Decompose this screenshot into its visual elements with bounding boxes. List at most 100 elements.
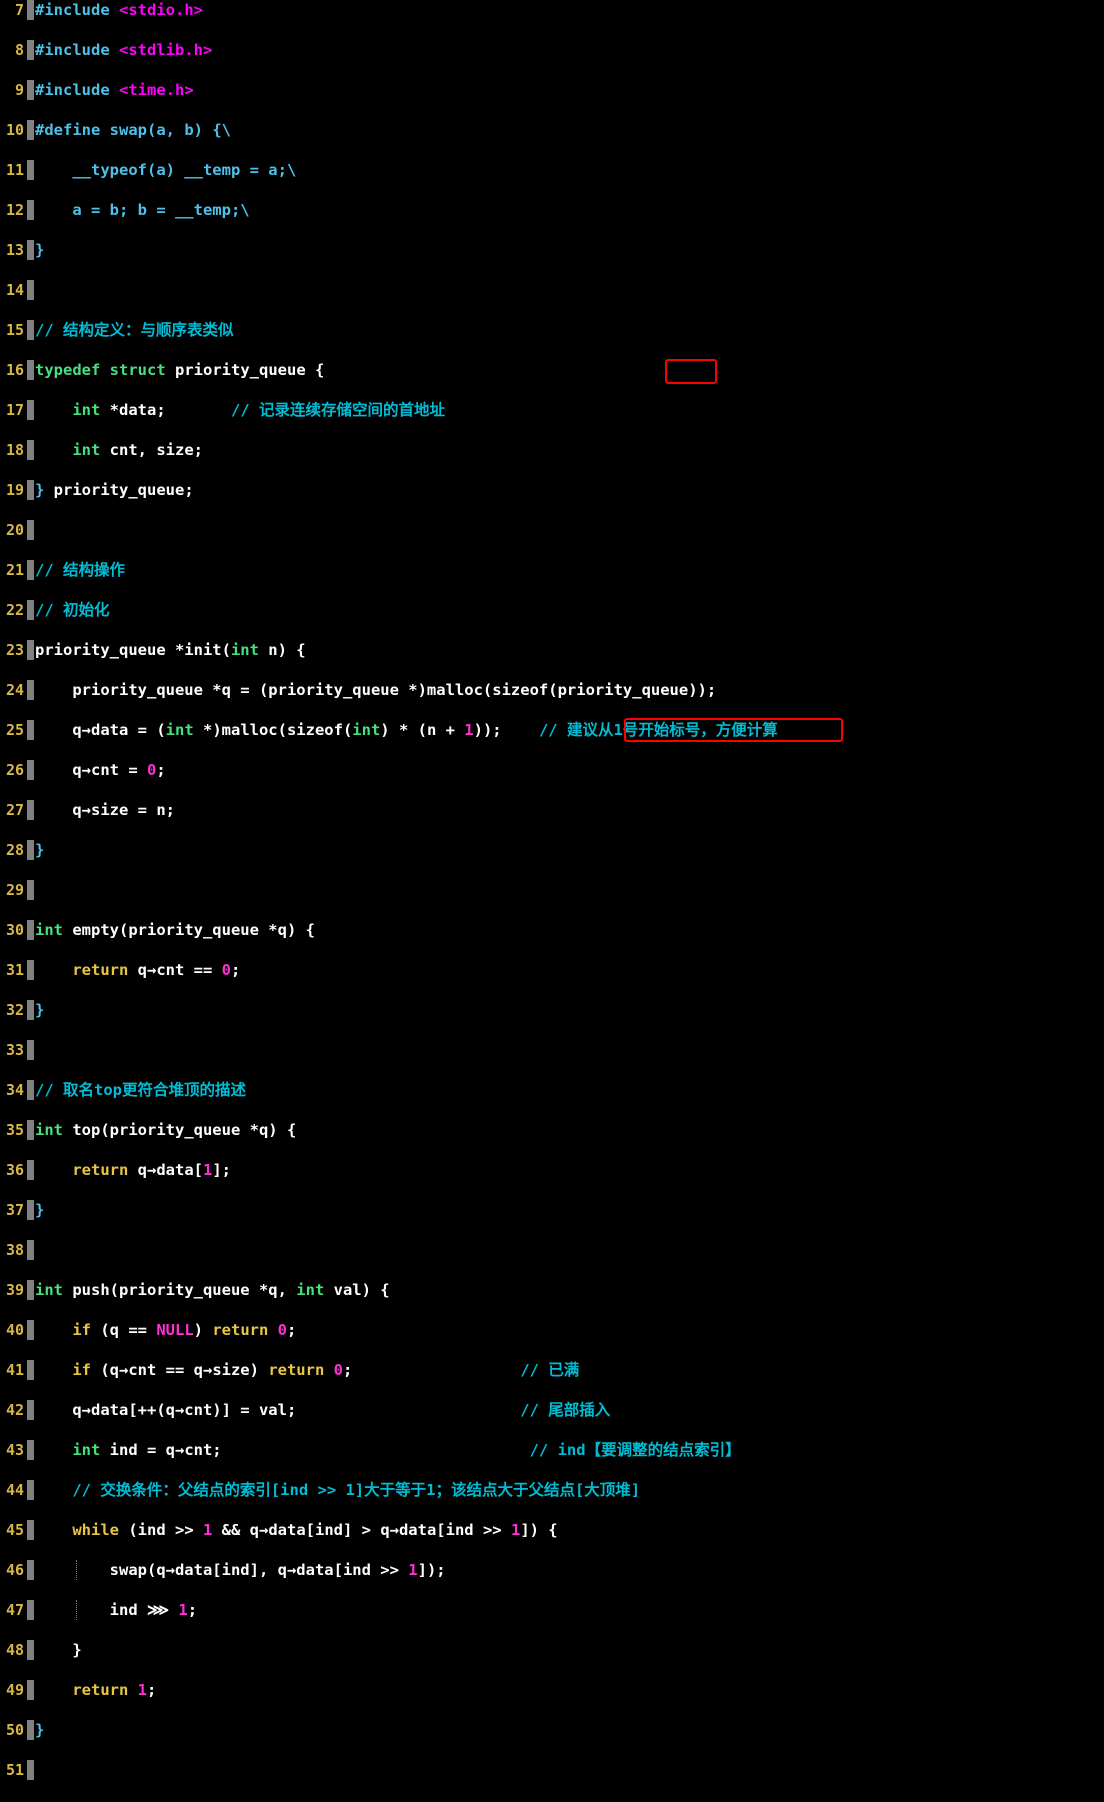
line-number: 20 xyxy=(5,521,24,539)
code-line[interactable]: 45 while (ind >> 1 && q→data[ind] > q→da… xyxy=(0,1520,1104,1540)
line-number: 17 xyxy=(5,401,24,419)
gutter-bar xyxy=(27,840,34,860)
code-line[interactable]: 42 q→data[++(q→cnt)] = val; // 尾部插入 xyxy=(0,1400,1104,1420)
line-content: #include <time.h> xyxy=(35,81,194,99)
code-line[interactable]: 34 // 取名top更符合堆顶的描述 xyxy=(0,1080,1104,1100)
line-content: int *data; // 记录连续存储空间的首地址 xyxy=(72,401,445,419)
code-line[interactable]: 12 a = b; b = __temp;\ xyxy=(0,200,1104,220)
line-content: } xyxy=(35,1721,45,1739)
gutter-bar xyxy=(27,1520,34,1540)
gutter-bar xyxy=(27,1360,34,1380)
gutter-bar xyxy=(27,160,34,180)
code-line[interactable]: 21 // 结构操作 xyxy=(0,560,1104,580)
code-line[interactable]: 31 return q→cnt == 0; xyxy=(0,960,1104,980)
code-line[interactable]: 28 } xyxy=(0,840,1104,860)
line-number: 44 xyxy=(5,1481,24,1499)
line-number: 40 xyxy=(5,1321,24,1339)
code-line[interactable]: 14 xyxy=(0,280,1104,300)
line-number: 29 xyxy=(5,881,24,899)
line-number: 35 xyxy=(5,1121,24,1139)
code-line[interactable]: 38 xyxy=(0,1240,1104,1260)
code-line[interactable]: 46 swap(q→data[ind], q→data[ind >> 1]); xyxy=(0,1560,1104,1580)
line-content: int empty(priority_queue *q) { xyxy=(35,921,315,939)
gutter-bar xyxy=(27,480,34,500)
line-number: 32 xyxy=(5,1001,24,1019)
line-number: 13 xyxy=(5,241,24,259)
code-line[interactable]: 44 // 交换条件：父结点的索引[ind >> 1]大于等于1；该结点大于父结… xyxy=(0,1480,1104,1500)
code-line[interactable]: 36 return q→data[1]; xyxy=(0,1160,1104,1180)
code-line[interactable]: 27 q→size = n; xyxy=(0,800,1104,820)
code-line[interactable]: 35 int top(priority_queue *q) { xyxy=(0,1120,1104,1140)
gutter-bar xyxy=(27,760,34,780)
code-editor[interactable]: 7 #include <stdio.h> 8 #include <stdlib.… xyxy=(0,0,1104,1780)
line-number: 45 xyxy=(5,1521,24,1539)
gutter-bar xyxy=(27,0,34,20)
line-number: 24 xyxy=(5,681,24,699)
line-content: return 1; xyxy=(72,1681,157,1699)
code-line[interactable]: 50 } xyxy=(0,1720,1104,1740)
code-line[interactable]: 29 xyxy=(0,880,1104,900)
code-line[interactable]: 16 typedef struct priority_queue { xyxy=(0,360,1104,380)
line-content: // 初始化 xyxy=(35,601,110,619)
code-line[interactable]: 43 int ind = q→cnt; // ind【要调整的结点索引】 xyxy=(0,1440,1104,1460)
line-content: q→size = n; xyxy=(35,801,175,819)
line-number: 16 xyxy=(5,361,24,379)
gutter-bar xyxy=(27,1480,34,1500)
line-number: 27 xyxy=(5,801,24,819)
line-content: q→data[++(q→cnt)] = val; // 尾部插入 xyxy=(72,1401,611,1419)
gutter-bar xyxy=(27,1560,34,1580)
gutter-bar xyxy=(27,80,34,100)
line-content: // 交换条件：父结点的索引[ind >> 1]大于等于1；该结点大于父结点[大… xyxy=(35,1481,641,1499)
code-line[interactable]: 40 if (q == NULL) return 0; xyxy=(0,1320,1104,1340)
line-number: 42 xyxy=(5,1401,24,1419)
line-content: ind ⋙ 1; xyxy=(109,1601,198,1619)
line-number: 49 xyxy=(5,1681,24,1699)
code-line[interactable]: 9 #include <time.h> xyxy=(0,80,1104,100)
gutter-bar xyxy=(27,520,34,540)
code-line[interactable]: 32 } xyxy=(0,1000,1104,1020)
gutter-bar xyxy=(27,1680,34,1700)
line-content: typedef struct priority_queue { xyxy=(35,361,325,379)
code-line[interactable]: 11 __typeof(a) __temp = a;\ xyxy=(0,160,1104,180)
gutter-bar xyxy=(27,1240,34,1260)
code-line[interactable]: 8 #include <stdlib.h> xyxy=(0,40,1104,60)
code-line[interactable]: 22 // 初始化 xyxy=(0,600,1104,620)
code-line[interactable]: 49 return 1; xyxy=(0,1680,1104,1700)
line-content: // 结构操作 xyxy=(35,561,125,579)
code-line[interactable]: 15 // 结构定义：与顺序表类似 xyxy=(0,320,1104,340)
gutter-bar xyxy=(27,40,34,60)
line-number: 23 xyxy=(5,641,24,659)
code-line[interactable]: 30 int empty(priority_queue *q) { xyxy=(0,920,1104,940)
gutter-bar xyxy=(27,920,34,940)
code-line[interactable]: 18 int cnt, size; xyxy=(0,440,1104,460)
code-line[interactable]: 10 #define swap(a, b) {\ xyxy=(0,120,1104,140)
gutter-bar xyxy=(27,680,34,700)
gutter-bar xyxy=(27,1120,34,1140)
code-line[interactable]: 13 } xyxy=(0,240,1104,260)
code-line[interactable]: 26 q→cnt = 0; xyxy=(0,760,1104,780)
code-line[interactable]: 51 xyxy=(0,1760,1104,1780)
line-content: while (ind >> 1 && q→data[ind] > q→data[… xyxy=(72,1521,558,1539)
code-line[interactable]: 47 ind ⋙ 1; xyxy=(0,1600,1104,1620)
gutter-bar xyxy=(27,1640,34,1660)
code-line[interactable]: 7 #include <stdio.h> xyxy=(0,0,1104,20)
code-line[interactable]: 25 q→data = (int *)malloc(sizeof(int) * … xyxy=(0,720,1104,740)
code-line[interactable]: 39 int push(priority_queue *q, int val) … xyxy=(0,1280,1104,1300)
code-line[interactable]: 48 } xyxy=(0,1640,1104,1660)
code-line[interactable]: 20 xyxy=(0,520,1104,540)
code-line[interactable]: 23 priority_queue *init(int n) { xyxy=(0,640,1104,660)
code-line[interactable]: 41 if (q→cnt == q→size) return 0; // 已满 xyxy=(0,1360,1104,1380)
code-line[interactable]: 19 } priority_queue; xyxy=(0,480,1104,500)
code-line[interactable]: 33 xyxy=(0,1040,1104,1060)
gutter-bar xyxy=(27,880,34,900)
code-line[interactable]: 24 priority_queue *q = (priority_queue *… xyxy=(0,680,1104,700)
code-line[interactable]: 37 } xyxy=(0,1200,1104,1220)
code-line[interactable]: 17 int *data; // 记录连续存储空间的首地址 xyxy=(0,400,1104,420)
line-number: 12 xyxy=(5,201,24,219)
gutter-bar xyxy=(27,1080,34,1100)
line-number: 50 xyxy=(5,1721,24,1739)
line-content: int top(priority_queue *q) { xyxy=(35,1121,297,1139)
line-content: priority_queue *init(int n) { xyxy=(35,641,306,659)
line-content: // 结构定义：与顺序表类似 xyxy=(35,321,234,339)
line-number: 15 xyxy=(5,321,24,339)
